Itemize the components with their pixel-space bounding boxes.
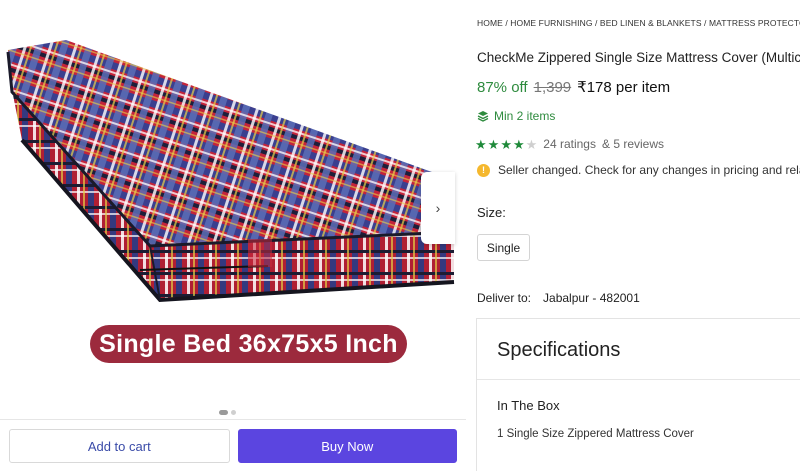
- seller-notice: ! Seller changed. Check for any changes …: [477, 163, 800, 177]
- next-image-button[interactable]: ›: [421, 172, 455, 244]
- star-icon: ★: [475, 136, 487, 152]
- product-details: HOME / HOME FURNISHING / BED LINEN & BLA…: [466, 0, 800, 471]
- image-caption: Single Bed 36x75x5 Inch: [90, 325, 407, 363]
- size-option-single[interactable]: Single: [477, 234, 530, 261]
- original-price: 1,399: [533, 79, 572, 96]
- action-bar: Add to cart Buy Now: [0, 419, 466, 471]
- divider: [477, 379, 800, 380]
- min-quantity-label: Min 2 items: [494, 109, 556, 123]
- image-pagination: [219, 410, 236, 415]
- specifications-title: Specifications: [497, 339, 621, 361]
- ratings-count: 24 ratings: [543, 137, 596, 151]
- star-icon: ★: [512, 136, 525, 152]
- product-title: CheckMe Zippered Single Size Mattress Co…: [477, 50, 800, 65]
- selling-price: ₹178 per item: [577, 79, 671, 96]
- delivery-location: Jabalpur - 482001: [543, 291, 640, 305]
- deliver-label: Deliver to:: [477, 291, 532, 305]
- stack-icon: [477, 111, 489, 122]
- price-row: 87% off 1,399 ₹178 per item: [477, 78, 670, 96]
- rating-row[interactable]: ★ ★ ★ ★ ★ 24 ratings & 5 reviews: [475, 137, 664, 151]
- pagination-dot-active[interactable]: [219, 410, 228, 415]
- delivery-row[interactable]: Deliver to: Jabalpur - 482001: [477, 291, 640, 305]
- min-quantity: Min 2 items: [477, 109, 555, 123]
- specifications-card: Specifications In The Box 1 Single Size …: [476, 318, 800, 471]
- spec-key: In The Box: [497, 398, 560, 413]
- size-label: Size:: [477, 205, 506, 220]
- spec-value: 1 Single Size Zippered Mattress Cover: [497, 428, 694, 440]
- rating-stars: ★ ★ ★ ★ ★: [475, 138, 537, 151]
- seller-notice-text: Seller changed. Check for any changes in…: [498, 163, 800, 177]
- chevron-right-icon: ›: [435, 200, 441, 216]
- buy-now-button[interactable]: Buy Now: [237, 429, 457, 463]
- pagination-dot[interactable]: [231, 410, 236, 415]
- star-icon: ★: [500, 136, 512, 152]
- product-gallery: › Single Bed 36x75x5 Inch Add to cart Bu…: [0, 0, 466, 471]
- reviews-count: & 5 reviews: [601, 137, 665, 151]
- breadcrumb[interactable]: HOME / HOME FURNISHING / BED LINEN & BLA…: [477, 18, 800, 28]
- star-icon: ★: [525, 136, 538, 152]
- discount-percent: 87% off: [477, 79, 528, 96]
- warning-icon: !: [477, 163, 490, 177]
- add-to-cart-button[interactable]: Add to cart: [9, 429, 230, 463]
- star-icon: ★: [487, 136, 500, 152]
- product-image-area: › Single Bed 36x75x5 Inch: [0, 0, 466, 412]
